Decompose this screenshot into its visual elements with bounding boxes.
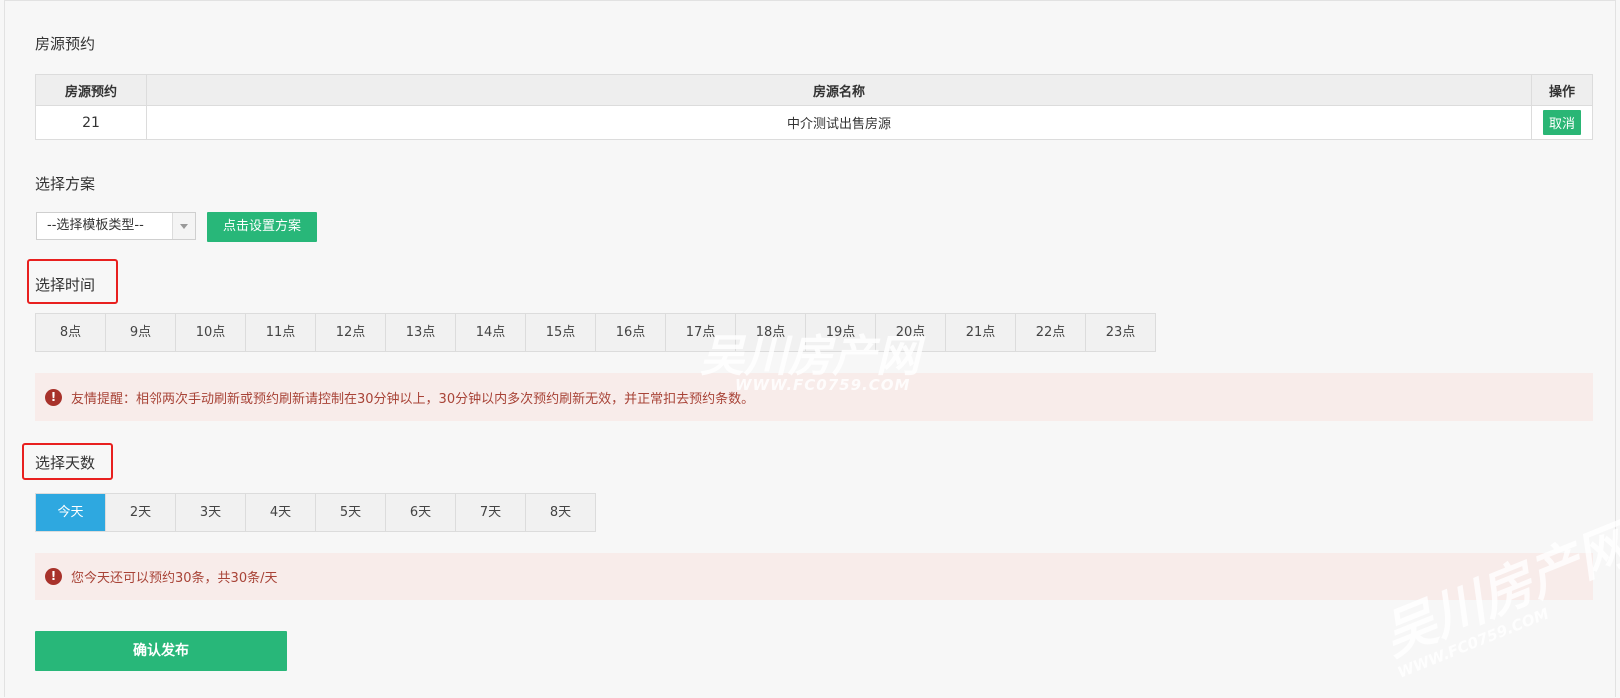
- cell-action: 取消: [1531, 105, 1593, 140]
- hour-option[interactable]: 13点: [386, 314, 456, 352]
- day-option[interactable]: 6天: [386, 494, 456, 532]
- hour-option[interactable]: 19点: [806, 314, 876, 352]
- exclamation-circle-icon: !: [45, 568, 62, 585]
- hour-option[interactable]: 12点: [316, 314, 386, 352]
- hour-option[interactable]: 20点: [876, 314, 946, 352]
- hour-option[interactable]: 14点: [456, 314, 526, 352]
- day-option-active[interactable]: 今天: [36, 494, 106, 532]
- col-header-name: 房源名称: [146, 74, 1532, 106]
- plan-title: 选择方案: [35, 175, 96, 193]
- hour-option[interactable]: 9点: [106, 314, 176, 352]
- days-alert-text: 您今天还可以预约30条，共30条/天: [71, 571, 278, 586]
- hour-option[interactable]: 22点: [1016, 314, 1086, 352]
- template-type-select[interactable]: --选择模板类型--: [36, 212, 196, 240]
- hour-option[interactable]: 23点: [1086, 314, 1156, 352]
- days-selector: 今天 2天 3天 4天 5天 6天 7天 8天: [35, 493, 596, 532]
- hour-option[interactable]: 17点: [666, 314, 736, 352]
- set-plan-button[interactable]: 点击设置方案: [207, 212, 317, 242]
- template-type-select-value: --选择模板类型--: [47, 218, 144, 233]
- reservation-table: 房源预约 房源名称 操作 21 中介测试出售房源 取消: [35, 74, 1593, 140]
- hour-selector: 8点 9点 10点 11点 12点 13点 14点 15点 16点 17点 18…: [35, 313, 1156, 352]
- confirm-publish-button[interactable]: 确认发布: [35, 631, 287, 671]
- chevron-down-icon: [172, 213, 195, 239]
- hour-option[interactable]: 16点: [596, 314, 666, 352]
- day-option[interactable]: 2天: [106, 494, 176, 532]
- hour-option[interactable]: 8点: [36, 314, 106, 352]
- day-option[interactable]: 7天: [456, 494, 526, 532]
- hour-option[interactable]: 10点: [176, 314, 246, 352]
- days-alert: ! 您今天还可以预约30条，共30条/天: [35, 553, 1593, 600]
- hour-option[interactable]: 21点: [946, 314, 1016, 352]
- exclamation-circle-icon: !: [45, 388, 62, 406]
- cell-property-name: 中介测试出售房源: [146, 105, 1532, 140]
- day-option[interactable]: 8天: [526, 494, 596, 532]
- day-option[interactable]: 3天: [176, 494, 246, 532]
- days-title: 选择天数: [35, 454, 96, 472]
- col-header-action: 操作: [1531, 74, 1593, 106]
- cell-reservation-id: 21: [35, 105, 147, 140]
- hour-option[interactable]: 18点: [736, 314, 806, 352]
- time-alert-text: 友情提醒：相邻两次手动刷新或预约刷新请控制在30分钟以上，30分钟以内多次预约刷…: [71, 391, 755, 407]
- day-option[interactable]: 5天: [316, 494, 386, 532]
- hour-option[interactable]: 11点: [246, 314, 316, 352]
- time-title: 选择时间: [35, 276, 96, 294]
- table-row: 21 中介测试出售房源 取消: [35, 105, 1593, 140]
- hour-option[interactable]: 15点: [526, 314, 596, 352]
- time-alert: ! 友情提醒：相邻两次手动刷新或预约刷新请控制在30分钟以上，30分钟以内多次预…: [35, 373, 1593, 421]
- col-header-reservation: 房源预约: [35, 74, 147, 106]
- day-option[interactable]: 4天: [246, 494, 316, 532]
- reservation-title: 房源预约: [35, 35, 96, 53]
- cancel-button[interactable]: 取消: [1542, 110, 1581, 135]
